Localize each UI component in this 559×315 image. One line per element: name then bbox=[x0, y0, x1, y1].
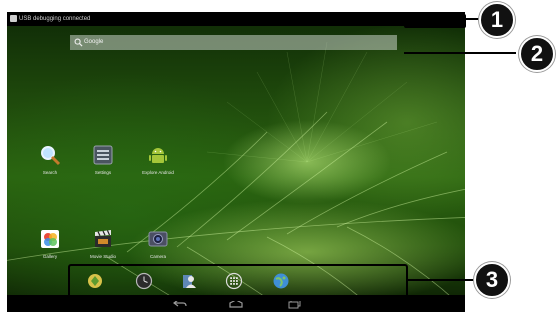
app-label: Camera bbox=[149, 254, 166, 259]
movie-studio-icon bbox=[95, 230, 111, 247]
search-bar[interactable]: Google bbox=[70, 35, 397, 50]
callout-badge-1: 1 bbox=[479, 2, 515, 38]
app-camera[interactable]: Camera bbox=[140, 228, 176, 260]
app-label: Explore Android bbox=[142, 170, 174, 175]
callout-badge-3: 3 bbox=[474, 262, 510, 298]
app-label: Movie Studio bbox=[89, 254, 116, 259]
app-gallery[interactable]: Gallery bbox=[32, 228, 68, 260]
callout-badge-2: 2 bbox=[519, 36, 555, 72]
search-icon[interactable] bbox=[74, 38, 83, 47]
app-search[interactable]: Search bbox=[32, 144, 68, 176]
magnifier-icon bbox=[41, 146, 61, 166]
usb-notification-icon[interactable] bbox=[10, 15, 17, 22]
search-callout-line bbox=[404, 40, 516, 54]
callout-connector bbox=[406, 279, 478, 281]
app-label: Settings bbox=[94, 170, 112, 175]
camera-icon bbox=[148, 231, 168, 247]
app-label: Gallery bbox=[42, 254, 58, 259]
app-movie-studio[interactable]: Movie Studio bbox=[85, 228, 121, 260]
status-bar-callout bbox=[404, 14, 466, 28]
app-settings[interactable]: Settings bbox=[85, 144, 121, 176]
gallery-icon bbox=[41, 230, 59, 248]
settings-icon bbox=[93, 145, 113, 165]
status-notification-text[interactable]: USB debugging connected bbox=[19, 14, 90, 24]
dock-callout bbox=[68, 264, 408, 301]
status-bar: USB debugging connected bbox=[7, 12, 465, 26]
app-label: Search bbox=[42, 170, 58, 175]
search-placeholder: Google bbox=[84, 39, 104, 45]
app-explore-android[interactable]: Explore Android bbox=[140, 144, 176, 176]
android-icon bbox=[149, 148, 167, 163]
